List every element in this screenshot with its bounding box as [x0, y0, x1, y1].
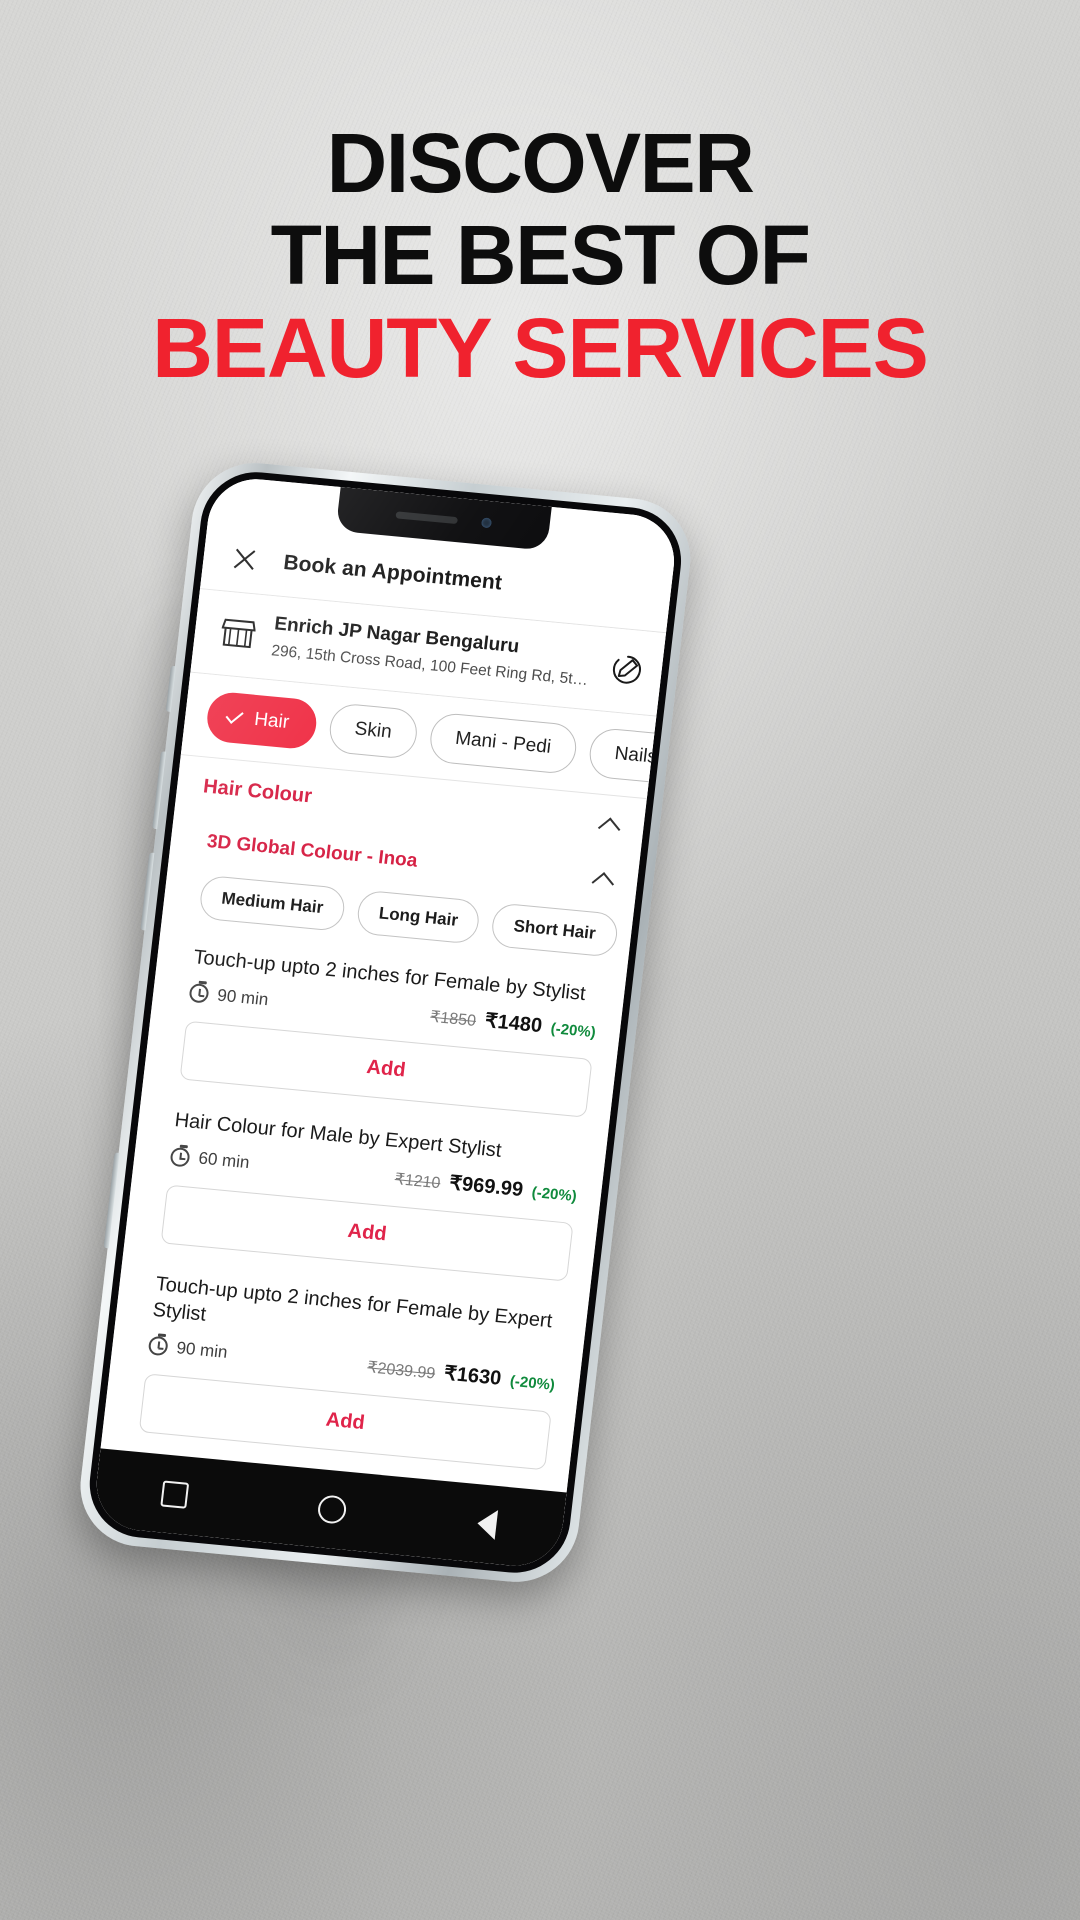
category-chip-mani-pedi[interactable]: Mani - Pedi	[427, 711, 579, 775]
edit-location-icon[interactable]	[610, 654, 643, 687]
poster-headline: DISCOVER THE BEST OF BEAUTY SERVICES	[0, 116, 1080, 395]
headline-line-2: THE BEST OF	[270, 208, 811, 303]
headline-line-1: DISCOVER	[326, 116, 755, 210]
chevron-up-icon[interactable]	[598, 814, 620, 836]
price-discount-percent: (-20%)	[508, 1373, 556, 1395]
headline-line-3: BEAUTY SERVICES	[152, 300, 928, 395]
length-chip-long-hair[interactable]: Long Hair	[355, 889, 482, 945]
clock-icon	[169, 1144, 191, 1168]
check-icon	[225, 707, 244, 725]
service-duration: 60 min	[169, 1144, 251, 1173]
section-title: Hair Colour	[202, 775, 314, 808]
duration-label: 90 min	[175, 1338, 229, 1362]
page-title: Book an Appointment	[282, 550, 504, 595]
category-chip-hair[interactable]: Hair	[204, 690, 319, 751]
phone-screen: Book an Appointment Enrich JP Nagar Beng…	[91, 474, 680, 1570]
length-chip-medium-hair[interactable]: Medium Hair	[198, 874, 347, 932]
service-price: ₹2039.99 ₹1630 (-20%)	[366, 1354, 556, 1397]
square-icon[interactable]	[160, 1480, 190, 1509]
clock-icon	[188, 980, 210, 1004]
storefront-icon	[219, 617, 256, 650]
price-original: ₹1210	[393, 1170, 442, 1192]
category-chip-skin[interactable]: Skin	[326, 702, 420, 760]
triangle-back-icon[interactable]	[475, 1508, 499, 1540]
price-discount-percent: (-20%)	[549, 1020, 597, 1042]
clock-icon	[147, 1333, 169, 1357]
duration-label: 90 min	[216, 985, 270, 1010]
category-chip-nails[interactable]: Nails	[586, 726, 657, 785]
earpiece-speaker	[395, 510, 459, 524]
service-duration: 90 min	[147, 1333, 229, 1363]
price-discounted: ₹1630	[442, 1362, 503, 1391]
salon-texts: Enrich JP Nagar Bengaluru 296, 15th Cros…	[270, 612, 596, 691]
length-chip-short-hair[interactable]: Short Hair	[490, 902, 619, 958]
booking-app: Book an Appointment Enrich JP Nagar Beng…	[91, 474, 680, 1570]
circle-icon[interactable]	[317, 1494, 349, 1525]
category-chip-label: Hair	[253, 708, 291, 733]
subsection-title: 3D Global Colour - Inoa	[205, 830, 419, 872]
android-navigation-bar[interactable]	[91, 1448, 567, 1570]
price-discount-percent: (-20%)	[530, 1183, 578, 1205]
price-original: ₹1850	[429, 1008, 477, 1031]
service-price: ₹1850 ₹1480 (-20%)	[429, 1003, 597, 1043]
price-discounted: ₹969.99	[448, 1171, 525, 1201]
duration-label: 60 min	[197, 1148, 251, 1173]
service-duration: 90 min	[188, 980, 270, 1010]
chevron-up-icon[interactable]	[592, 868, 614, 890]
front-camera-icon	[480, 517, 493, 529]
price-discounted: ₹1480	[483, 1010, 544, 1038]
price-original: ₹2039.99	[366, 1359, 437, 1384]
close-icon[interactable]	[230, 545, 259, 573]
service-price: ₹1210 ₹969.99 (-20%)	[394, 1165, 579, 1207]
